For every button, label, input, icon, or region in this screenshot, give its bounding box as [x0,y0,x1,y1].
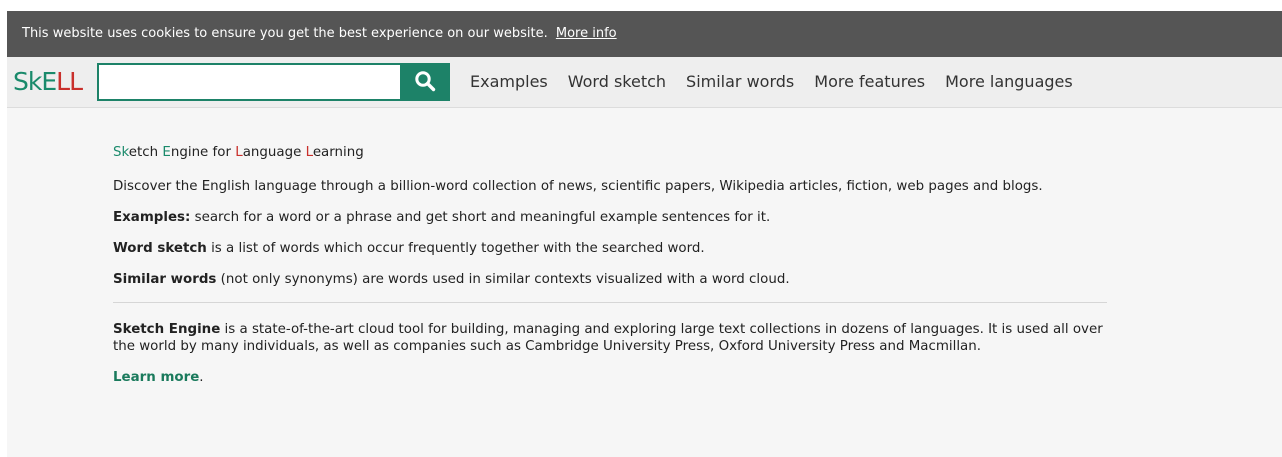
similar-words-term: Similar words [113,272,217,287]
logo-letter-l2: L [69,67,83,96]
tagline-text: earning [312,145,364,160]
nav-word-sketch[interactable]: Word sketch [558,57,676,107]
tagline-initial: L [235,145,243,160]
tagline: Sketch Engine for Language Learning [113,144,1113,161]
learn-more-link[interactable]: Learn more [113,370,199,385]
main-content: Sketch Engine for Language Learning Disc… [113,144,1113,400]
sketch-engine-term: Sketch Engine [113,322,221,337]
examples-description: search for a word or a phrase and get sh… [190,210,771,225]
search-form [97,63,450,101]
word-sketch-term: Word sketch [113,241,207,256]
cookie-message: This website uses cookies to ensure you … [22,26,548,41]
nav-examples[interactable]: Examples [460,57,558,107]
tagline-initial: Sk [113,145,129,160]
logo-letter-l1: L [56,67,70,96]
logo-letter-e: E [41,67,57,96]
search-input[interactable] [97,63,400,101]
logo-letter-s: S [13,67,29,96]
tagline-text: anguage [242,145,306,160]
search-button[interactable] [400,63,450,101]
page-frame: This website uses cookies to ensure you … [7,11,1282,457]
tagline-text: ngine for [170,145,236,160]
search-icon [414,70,436,95]
learn-more-paragraph: Learn more. [113,369,1113,386]
tagline-initial: E [162,145,171,160]
skell-logo[interactable]: SkELL [7,57,97,107]
word-sketch-description: is a list of words which occur frequentl… [206,241,705,256]
tagline-text: etch [128,145,163,160]
sketch-engine-description: is a state-of-the-art cloud tool for bui… [113,322,1103,354]
navbar: SkELL Examples Word sketch Similar words… [7,57,1282,108]
similar-words-description: (not only synonyms) are words used in si… [216,272,790,287]
section-divider [113,302,1107,303]
intro-paragraph: Discover the English language through a … [113,179,1043,194]
nav-similar-words[interactable]: Similar words [676,57,804,107]
tagline-initial: L [305,145,313,160]
sketch-engine-paragraph: Sketch Engine is a state-of-the-art clou… [113,321,1113,355]
nav-more-features[interactable]: More features [804,57,935,107]
examples-paragraph: Examples: search for a word or a phrase … [113,209,1113,226]
nav-more-languages[interactable]: More languages [935,57,1083,107]
examples-term: Examples: [113,210,191,225]
similar-words-paragraph: Similar words (not only synonyms) are wo… [113,271,1113,288]
word-sketch-paragraph: Word sketch is a list of words which occ… [113,240,1113,257]
cookie-bar: This website uses cookies to ensure you … [7,11,1282,57]
learn-more-suffix: . [199,370,204,385]
cookie-more-info-link[interactable]: More info [556,26,617,41]
logo-letter-k: k [27,67,43,96]
main-nav: Examples Word sketch Similar words More … [460,57,1083,107]
